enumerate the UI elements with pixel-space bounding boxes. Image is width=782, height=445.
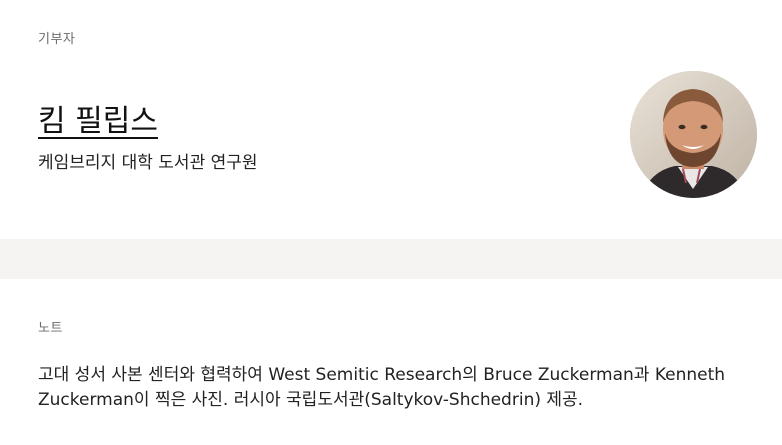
- contributor-section: 기부자 킴 필립스 케임브리지 대학 도서관 연구원: [0, 0, 782, 239]
- contributor-affiliation: 케임브리지 대학 도서관 연구원: [38, 153, 258, 173]
- contributor-section-label: 기부자: [38, 32, 76, 47]
- notes-text: 고대 성서 사본 센터와 협력하여 West Semitic Research의…: [38, 365, 726, 410]
- contributor-name-link[interactable]: 킴 필립스: [38, 96, 158, 140]
- contributor-card: 기부자 킴 필립스 케임브리지 대학 도서관 연구원 노트 고대 성서 사본 센…: [0, 0, 782, 445]
- notes-section: 노트 고대 성서 사본 센터와 협력하여 West Semitic Resear…: [0, 279, 782, 445]
- avatar: [630, 71, 757, 198]
- notes-section-label: 노트: [38, 321, 63, 336]
- avatar-portrait-icon: [630, 71, 757, 198]
- section-divider: [0, 239, 782, 279]
